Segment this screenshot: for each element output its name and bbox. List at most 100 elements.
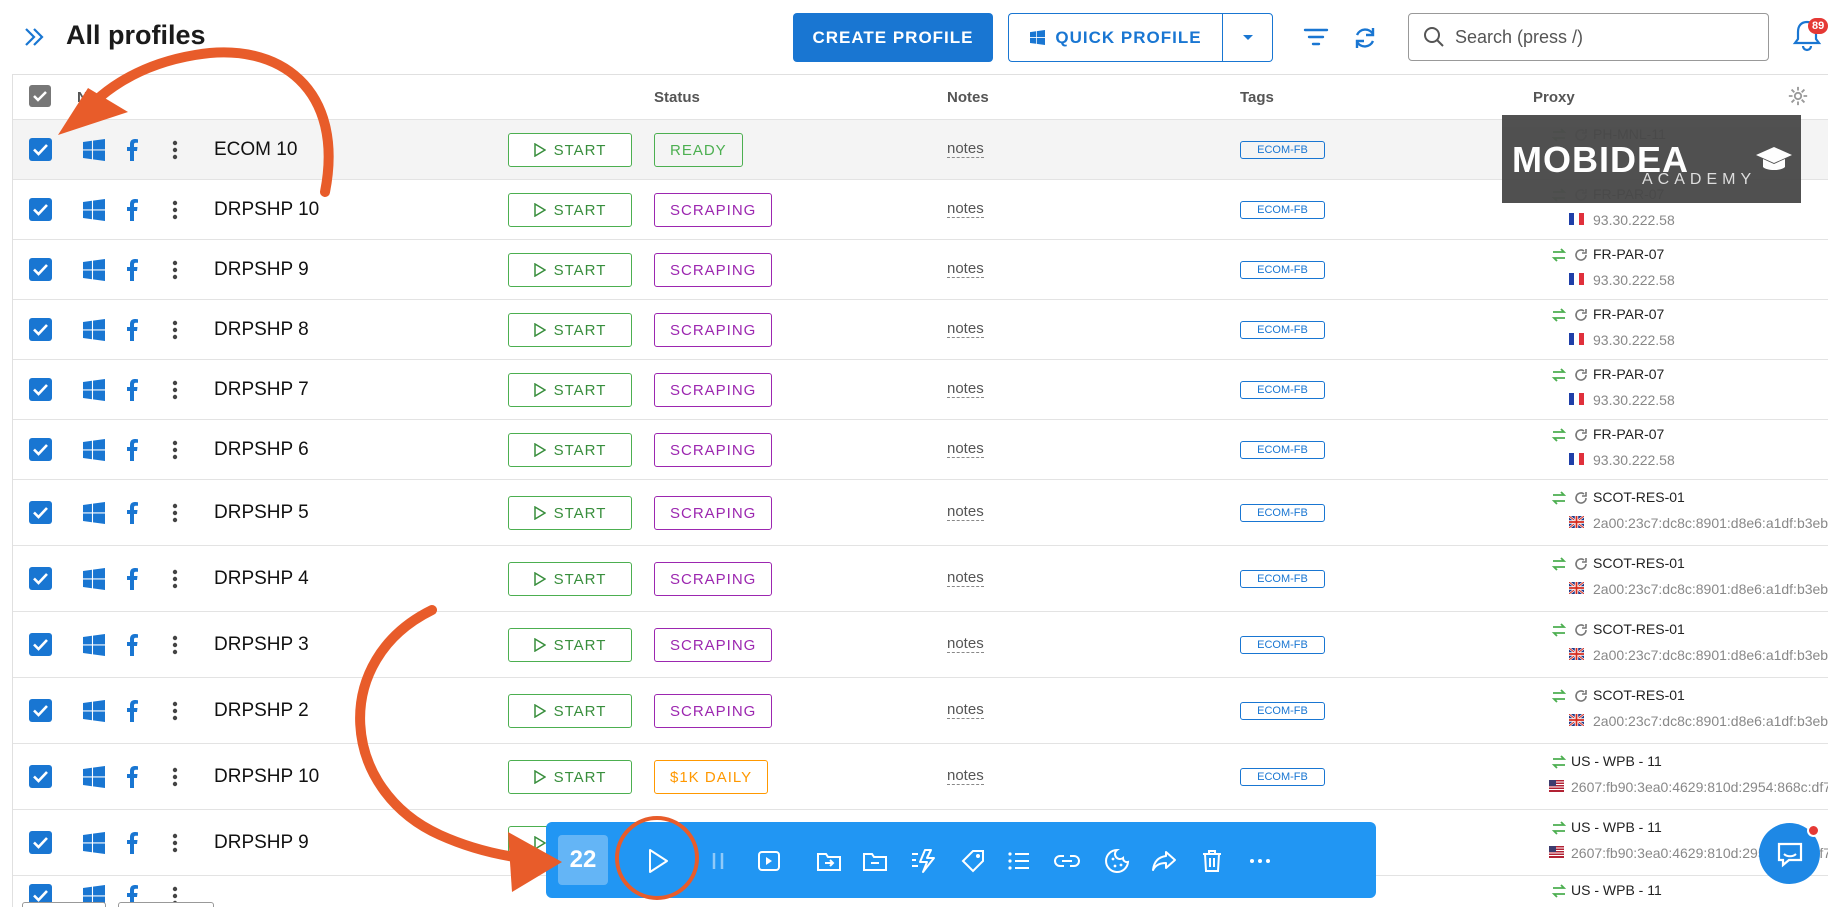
trash-icon[interactable] — [1197, 846, 1227, 876]
proxy-cell[interactable]: US - WPB - 11 2607:fb90:3ea0:4629:810d:29… — [1537, 753, 1828, 805]
table-row[interactable]: DRPSHP 3 START SCRAPING notes ECOM-FB SCOT-RE… — [13, 611, 1828, 677]
kebab-menu-icon[interactable] — [171, 502, 179, 524]
remove-from-folder-icon[interactable] — [860, 846, 890, 876]
kebab-menu-icon[interactable] — [171, 379, 179, 401]
profile-name[interactable]: DRPSHP 9 — [214, 832, 309, 854]
start-button[interactable]: START — [508, 133, 632, 167]
kebab-menu-icon[interactable] — [171, 139, 179, 161]
tag-badge[interactable]: ECOM-FB — [1240, 702, 1325, 720]
row-checkbox[interactable] — [29, 318, 52, 341]
proxy-cell[interactable]: FR-PAR-07 93.30.222.58 — [1537, 366, 1827, 418]
link-icon[interactable] — [1052, 846, 1082, 876]
notes-field[interactable]: notes — [947, 441, 984, 458]
row-checkbox[interactable] — [29, 765, 52, 788]
row-checkbox[interactable] — [29, 831, 52, 854]
kebab-menu-icon[interactable] — [171, 568, 179, 590]
notes-field[interactable]: notes — [947, 321, 984, 338]
column-tags[interactable]: Tags — [1240, 89, 1274, 106]
proxy-cell[interactable]: FR-PAR-07 93.30.222.58 — [1537, 306, 1827, 358]
start-button[interactable]: START — [508, 373, 632, 407]
share-icon[interactable] — [1149, 846, 1179, 876]
proxy-cell[interactable]: SCOT-RES-01 2a00:23c7:dc8c:8901:d8e6:a1df… — [1537, 621, 1828, 673]
kebab-menu-icon[interactable] — [171, 199, 179, 221]
start-button[interactable]: START — [508, 496, 632, 530]
tag-badge[interactable]: ECOM-FB — [1240, 141, 1325, 159]
table-row[interactable]: DRPSHP 5 START SCRAPING notes ECOM-FB SCOT-RE… — [13, 479, 1828, 545]
tag-icon[interactable] — [958, 846, 988, 876]
list-icon[interactable] — [1004, 846, 1034, 876]
proxy-cell[interactable]: SCOT-RES-01 2a00:23c7:dc8c:8901:d8e6:a1df… — [1537, 555, 1828, 607]
row-checkbox[interactable] — [29, 567, 52, 590]
quick-action-icon[interactable] — [908, 846, 938, 876]
row-checkbox[interactable] — [29, 501, 52, 524]
table-row[interactable]: DRPSHP 6 START SCRAPING notes ECOM-FB FR-PAR-… — [13, 419, 1828, 479]
tag-badge[interactable]: ECOM-FB — [1240, 504, 1325, 522]
start-button[interactable]: START — [508, 253, 632, 287]
notes-field[interactable]: notes — [947, 141, 984, 158]
filter-icon[interactable] — [1302, 24, 1330, 52]
notes-field[interactable]: notes — [947, 261, 984, 278]
proxy-cell[interactable]: FR-PAR-07 93.30.222.58 — [1537, 426, 1827, 478]
row-checkbox[interactable] — [29, 138, 52, 161]
notes-field[interactable]: notes — [947, 702, 984, 719]
notes-field[interactable]: notes — [947, 201, 984, 218]
notes-field[interactable]: notes — [947, 570, 984, 587]
tag-badge[interactable]: ECOM-FB — [1240, 768, 1325, 786]
notes-field[interactable]: notes — [947, 768, 984, 785]
notes-field[interactable]: notes — [947, 381, 984, 398]
row-checkbox[interactable] — [29, 258, 52, 281]
search-box[interactable] — [1408, 13, 1769, 61]
table-row[interactable]: DRPSHP 7 START SCRAPING notes ECOM-FB FR-PAR-… — [13, 359, 1828, 419]
table-row[interactable]: DRPSHP 2 START SCRAPING notes ECOM-FB SCOT-RE… — [13, 677, 1828, 743]
select-all-checkbox[interactable] — [29, 85, 51, 107]
kebab-menu-icon[interactable] — [171, 439, 179, 461]
start-button[interactable]: START — [508, 628, 632, 662]
kebab-menu-icon[interactable] — [171, 766, 179, 788]
column-proxy[interactable]: Proxy — [1533, 89, 1575, 106]
profile-name[interactable]: DRPSHP 2 — [214, 700, 309, 722]
row-checkbox[interactable] — [29, 633, 52, 656]
row-checkbox[interactable] — [29, 699, 52, 722]
more-icon[interactable] — [1245, 846, 1275, 876]
kebab-menu-icon[interactable] — [171, 259, 179, 281]
table-row[interactable]: DRPSHP 4 START SCRAPING notes ECOM-FB SCOT-RE… — [13, 545, 1828, 611]
expand-sidebar-icon[interactable] — [22, 24, 48, 50]
proxy-cell[interactable]: US - WPB - 11 — [1537, 882, 1827, 907]
row-checkbox[interactable] — [29, 378, 52, 401]
pagination-button[interactable] — [22, 902, 106, 907]
tag-badge[interactable]: ECOM-FB — [1240, 636, 1325, 654]
proxy-cell[interactable]: SCOT-RES-01 2a00:23c7:dc8c:8901:d8e6:a1df… — [1537, 687, 1828, 739]
notes-field[interactable]: notes — [947, 636, 984, 653]
gear-icon[interactable] — [1787, 85, 1809, 107]
kebab-menu-icon[interactable] — [171, 319, 179, 341]
table-row[interactable]: DRPSHP 8 START SCRAPING notes ECOM-FB FR-PAR-… — [13, 299, 1828, 359]
refresh-icon[interactable] — [1573, 247, 1589, 263]
refresh-icon[interactable] — [1573, 688, 1589, 704]
refresh-icon[interactable] — [1351, 24, 1379, 52]
row-checkbox[interactable] — [29, 198, 52, 221]
refresh-icon[interactable] — [1573, 307, 1589, 323]
quick-profile-button[interactable]: QUICK PROFILE — [1008, 13, 1223, 62]
profile-name[interactable]: DRPSHP 8 — [214, 319, 309, 341]
start-button[interactable]: START — [508, 193, 632, 227]
tag-badge[interactable]: ECOM-FB — [1240, 261, 1325, 279]
tag-badge[interactable]: ECOM-FB — [1240, 201, 1325, 219]
profile-name[interactable]: DRPSHP 5 — [214, 502, 309, 524]
kebab-menu-icon[interactable] — [171, 634, 179, 656]
start-button[interactable]: START — [508, 313, 632, 347]
quick-profile-dropdown[interactable] — [1222, 13, 1273, 62]
column-name[interactable]: N — [77, 89, 88, 106]
search-input[interactable] — [1455, 26, 1755, 48]
refresh-icon[interactable] — [1573, 367, 1589, 383]
proxy-cell[interactable]: FR-PAR-07 93.30.222.58 — [1537, 246, 1827, 298]
profile-name[interactable]: DRPSHP 4 — [214, 568, 309, 590]
open-profile-icon[interactable] — [754, 846, 784, 876]
kebab-menu-icon[interactable] — [171, 832, 179, 854]
refresh-icon[interactable] — [1573, 556, 1589, 572]
tag-badge[interactable]: ECOM-FB — [1240, 321, 1325, 339]
refresh-icon[interactable] — [1573, 622, 1589, 638]
cookie-icon[interactable] — [1102, 846, 1132, 876]
move-to-folder-icon[interactable] — [814, 846, 844, 876]
row-checkbox[interactable] — [29, 438, 52, 461]
tag-badge[interactable]: ECOM-FB — [1240, 570, 1325, 588]
